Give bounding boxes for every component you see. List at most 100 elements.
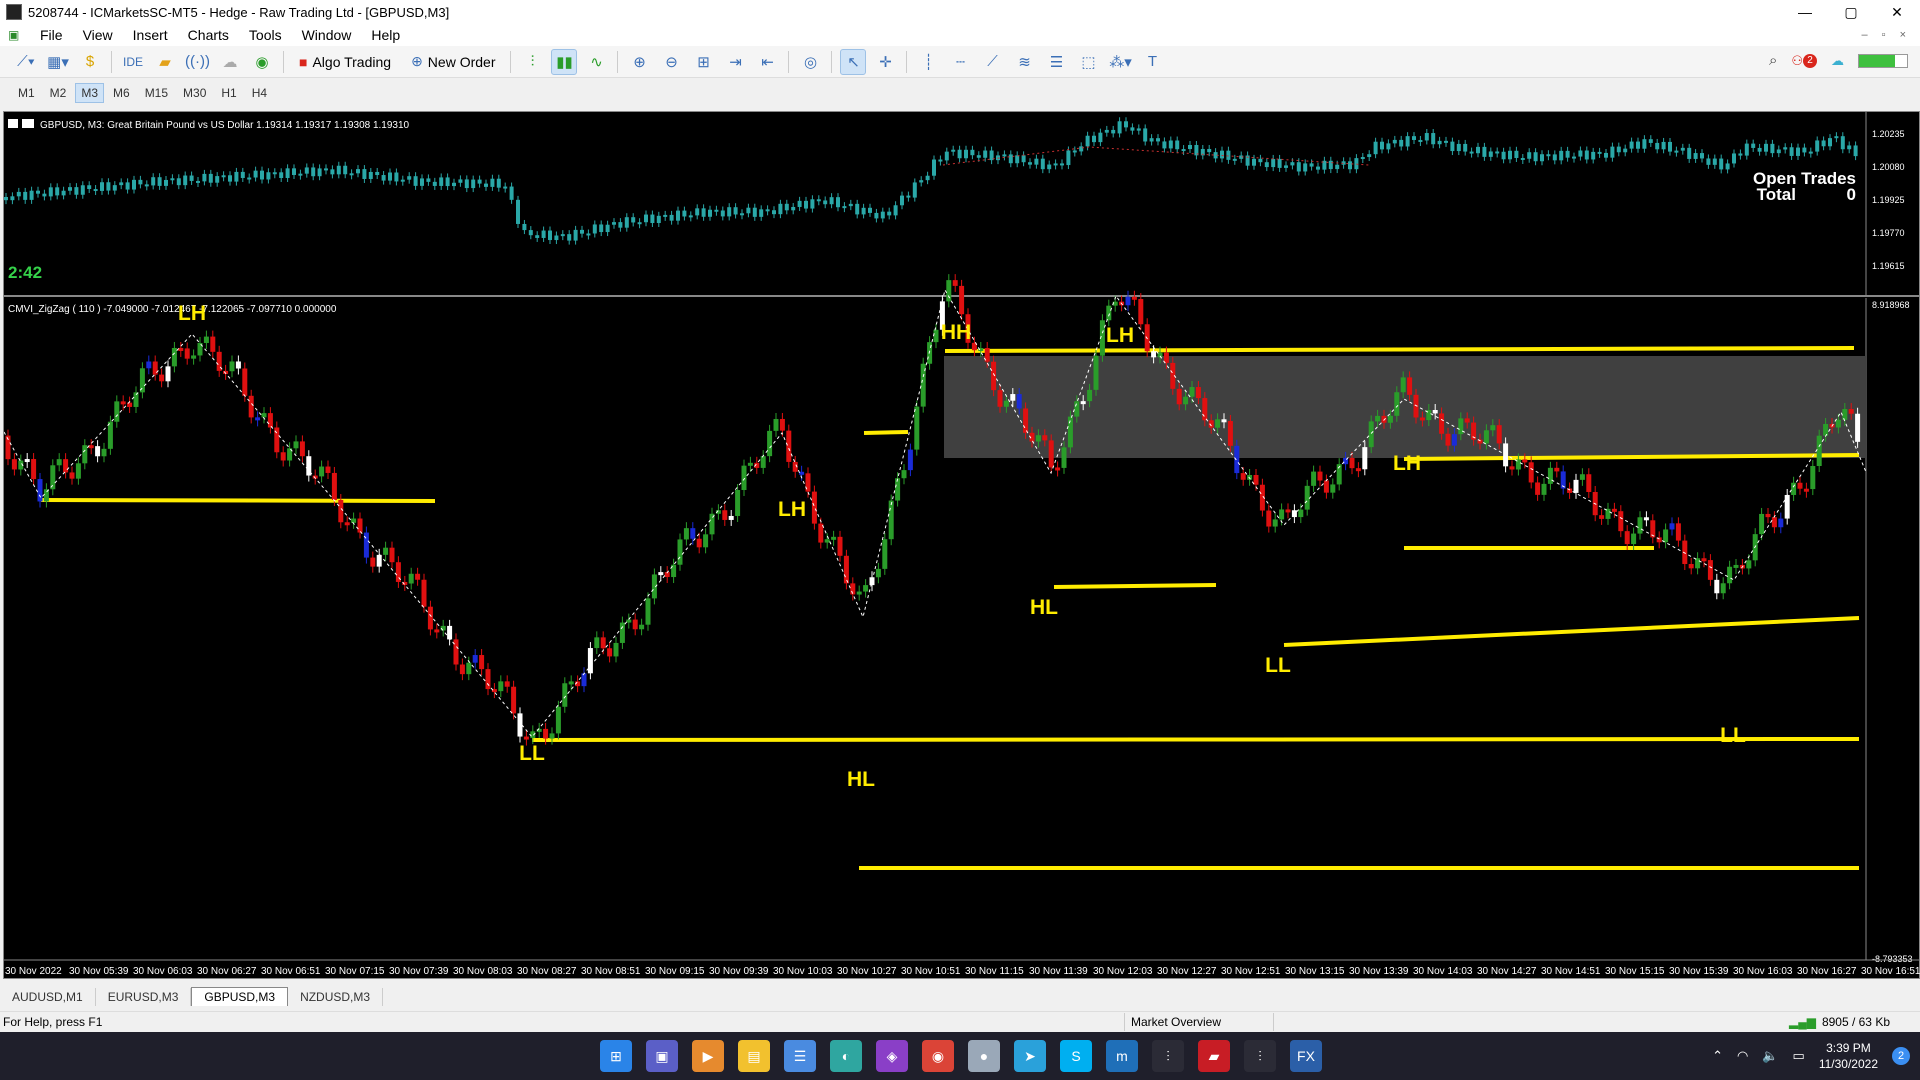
candlestick-icon[interactable]: ▮▮ bbox=[551, 48, 578, 75]
mdi-window-icon[interactable]: ▣ bbox=[8, 28, 24, 42]
tab-audusd[interactable]: AUDUSD,M1 bbox=[0, 988, 96, 1006]
metatrader-2-icon[interactable]: ⫶ bbox=[1244, 1040, 1276, 1072]
indicator-candle bbox=[293, 441, 299, 449]
file-explorer-icon[interactable]: ▤ bbox=[738, 1040, 770, 1072]
price-candle bbox=[407, 176, 412, 180]
minimize-button[interactable]: — bbox=[1782, 0, 1828, 24]
line-chart-icon[interactable]: ∿ bbox=[583, 49, 609, 75]
timeframe-m3[interactable]: M3 bbox=[75, 83, 105, 103]
tab-gbpusd[interactable]: GBPUSD,M3 bbox=[191, 987, 289, 1006]
media-player-icon[interactable]: ▶ bbox=[692, 1040, 724, 1072]
zoom-in-icon[interactable]: ⊕ bbox=[626, 49, 652, 75]
wifi-icon[interactable]: ◠ bbox=[1737, 1048, 1748, 1064]
timeframe-m15[interactable]: M15 bbox=[139, 83, 174, 103]
chart-canvas[interactable]: GBPUSD, M3: Great Britain Pound vs US Do… bbox=[4, 112, 1920, 980]
mdi-minimize-button[interactable]: – bbox=[1862, 29, 1868, 41]
menu-tools[interactable]: Tools bbox=[239, 27, 292, 43]
connection-status-icon[interactable] bbox=[1858, 53, 1908, 68]
menu-file[interactable]: File bbox=[30, 27, 73, 43]
objects-icon[interactable]: ⁂▾ bbox=[1107, 49, 1133, 75]
ide-button[interactable]: IDE bbox=[120, 49, 146, 75]
text-icon[interactable]: T bbox=[1139, 49, 1165, 75]
search-icon[interactable]: ⌕ bbox=[1769, 52, 1777, 69]
dollar-icon[interactable]: $ bbox=[77, 49, 103, 75]
shapes-icon[interactable]: ⬚ bbox=[1075, 49, 1101, 75]
game-icon[interactable]: ◈ bbox=[876, 1040, 908, 1072]
price-candle bbox=[1693, 153, 1698, 159]
fx-app-icon[interactable]: FX bbox=[1290, 1040, 1322, 1072]
metatrader-icon[interactable]: ⫶ bbox=[1152, 1040, 1184, 1072]
app-m-icon[interactable]: m bbox=[1106, 1040, 1138, 1072]
telegram-icon[interactable]: ➤ bbox=[1014, 1040, 1046, 1072]
timeframe-m1[interactable]: M1 bbox=[12, 83, 41, 103]
teams-icon[interactable]: ▣ bbox=[646, 1040, 678, 1072]
chart-type-icon[interactable]: ⟋▾ bbox=[13, 49, 39, 75]
algo-trading-button[interactable]: ■ Algo Trading bbox=[292, 49, 398, 75]
notepad-icon[interactable]: ☰ bbox=[784, 1040, 816, 1072]
orb-icon[interactable]: ● bbox=[968, 1040, 1000, 1072]
briefcase-icon[interactable]: ▰ bbox=[152, 49, 178, 75]
price-candle bbox=[560, 234, 565, 237]
grid-icon[interactable]: ⊞ bbox=[690, 49, 716, 75]
autoscroll-icon[interactable]: ⇥ bbox=[722, 49, 748, 75]
channel-icon[interactable]: ≋ bbox=[1011, 49, 1037, 75]
skype-icon[interactable]: S bbox=[1060, 1040, 1092, 1072]
price-candle bbox=[1232, 158, 1237, 161]
menu-window[interactable]: Window bbox=[292, 27, 362, 43]
timeframe-m2[interactable]: M2 bbox=[44, 83, 73, 103]
templates-icon[interactable]: ▦▾ bbox=[45, 49, 71, 75]
indicator-candle bbox=[1816, 435, 1822, 467]
zoom-out-icon[interactable]: ⊖ bbox=[658, 49, 684, 75]
vertical-line-icon[interactable]: ┊ bbox=[915, 49, 941, 75]
timeframe-m6[interactable]: M6 bbox=[107, 83, 136, 103]
tab-nzdusd[interactable]: NZDUSD,M3 bbox=[288, 988, 384, 1006]
fibonacci-icon[interactable]: ☰ bbox=[1043, 49, 1069, 75]
new-order-button[interactable]: ⊕ New Order bbox=[404, 49, 502, 75]
bar-chart-icon[interactable]: ⫶ bbox=[519, 49, 545, 75]
menu-view[interactable]: View bbox=[73, 27, 123, 43]
menu-insert[interactable]: Insert bbox=[123, 27, 178, 43]
mdi-close-button[interactable]: × bbox=[1900, 29, 1906, 41]
chart-window[interactable]: GBPUSD, M3: Great Britain Pound vs US Do… bbox=[3, 111, 1920, 979]
crosshair-icon[interactable]: ✛ bbox=[872, 49, 898, 75]
horizontal-line-icon[interactable]: ┄ bbox=[947, 49, 973, 75]
menu-help[interactable]: Help bbox=[361, 27, 410, 43]
mdi-restore-button[interactable]: ▫ bbox=[1882, 29, 1886, 41]
cursor-icon[interactable]: ↖ bbox=[840, 48, 867, 75]
indicator-candle bbox=[779, 418, 785, 431]
price-candle bbox=[1552, 154, 1557, 161]
battery-icon[interactable]: ▭ bbox=[1793, 1048, 1805, 1064]
chart-shift-icon[interactable]: ⇤ bbox=[754, 49, 780, 75]
tab-eurusd[interactable]: EURUSD,M3 bbox=[96, 988, 192, 1006]
close-button[interactable]: ✕ bbox=[1874, 0, 1920, 24]
timeframe-h1[interactable]: H1 bbox=[215, 83, 242, 103]
app-red-icon[interactable]: ▰ bbox=[1198, 1040, 1230, 1072]
cloud-sync-icon[interactable]: ☁ bbox=[1831, 53, 1844, 69]
notification-count[interactable]: 2 bbox=[1892, 1047, 1910, 1065]
chrome-icon[interactable]: ◉ bbox=[922, 1040, 954, 1072]
indicator-candle bbox=[837, 536, 843, 556]
chevron-up-icon[interactable]: ⌃ bbox=[1712, 1048, 1723, 1064]
price-candle bbox=[221, 175, 226, 178]
signal-icon[interactable]: ((·)) bbox=[184, 49, 211, 75]
trendline-icon[interactable]: ⟋ bbox=[979, 49, 1005, 75]
timeframe-m30[interactable]: M30 bbox=[177, 83, 212, 103]
price-candle bbox=[522, 223, 527, 231]
clock[interactable]: 3:39 PM 11/30/2022 bbox=[1819, 1040, 1878, 1072]
volume-icon[interactable]: 🔈 bbox=[1762, 1048, 1778, 1064]
price-candle bbox=[1597, 151, 1602, 154]
browser-edge-icon[interactable]: ◐ bbox=[830, 1040, 862, 1072]
maximize-button[interactable]: ▢ bbox=[1828, 0, 1874, 24]
globe-icon[interactable]: ◉ bbox=[249, 49, 275, 75]
notifications-icon[interactable]: ⚇ 2 bbox=[1791, 53, 1817, 69]
cloud-icon[interactable]: ☁ bbox=[217, 49, 243, 75]
price-candle bbox=[285, 168, 290, 178]
price-tick: 1.19615 bbox=[1872, 261, 1905, 271]
menu-charts[interactable]: Charts bbox=[178, 27, 239, 43]
windows-start-icon[interactable]: ⊞ bbox=[600, 1040, 632, 1072]
indicator-candle bbox=[184, 348, 190, 359]
timeframe-h4[interactable]: H4 bbox=[246, 83, 273, 103]
price-candle bbox=[804, 200, 808, 209]
market-overview[interactable]: Market Overview bbox=[1124, 1012, 1274, 1031]
screenshot-icon[interactable]: ◎ bbox=[797, 49, 823, 75]
